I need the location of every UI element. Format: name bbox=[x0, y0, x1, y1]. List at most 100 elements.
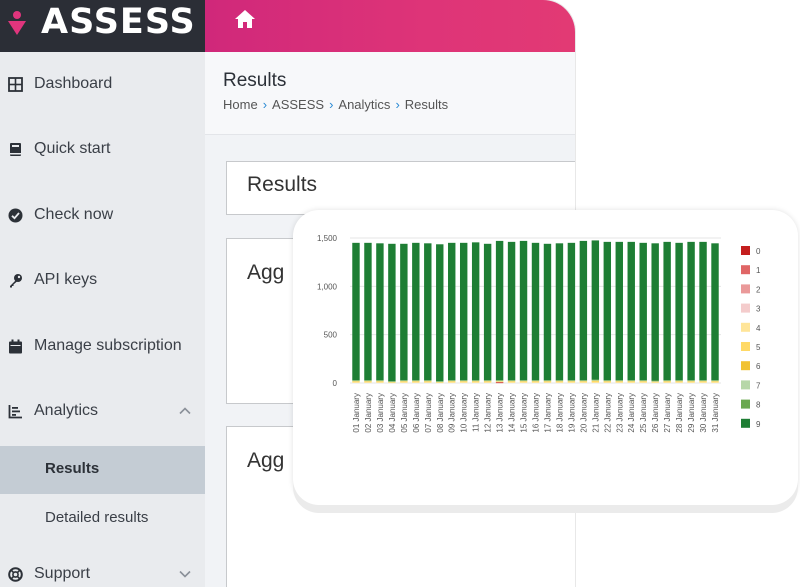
x-tick-label: 25 January bbox=[639, 393, 648, 433]
x-tick-label: 16 January bbox=[532, 393, 541, 433]
x-tick-label: 07 January bbox=[424, 393, 433, 433]
sidebar-item-quick-start[interactable]: Quick start bbox=[0, 129, 205, 169]
x-tick-label: 11 January bbox=[472, 393, 481, 432]
calendar-icon bbox=[9, 339, 22, 353]
sidebar-item-dashboard[interactable]: Dashboard bbox=[0, 64, 205, 104]
bar-segment bbox=[412, 381, 420, 383]
bar-segment bbox=[507, 382, 516, 383]
sidebar-item-api-keys[interactable]: API keys bbox=[0, 260, 205, 300]
x-tick-label: 10 January bbox=[460, 393, 469, 433]
sidebar-subitem-detailed-results[interactable]: Detailed results bbox=[0, 495, 205, 543]
y-tick-label: 500 bbox=[324, 331, 338, 340]
chevron-right-icon: › bbox=[262, 97, 268, 112]
bar-segment bbox=[352, 242, 360, 381]
sidebar-subitem-results[interactable]: Results bbox=[0, 446, 205, 494]
x-tick-label: 09 January bbox=[448, 393, 457, 433]
bar-segment bbox=[687, 382, 695, 383]
x-tick-label: 20 January bbox=[579, 393, 588, 433]
bar-segment bbox=[651, 382, 659, 383]
sidebar-item-label: Analytics bbox=[34, 402, 99, 419]
x-tick-label: 06 January bbox=[412, 393, 421, 433]
logo-mark-icon bbox=[8, 11, 26, 35]
x-tick-label: 12 January bbox=[484, 393, 493, 433]
sidebar-item-label: Check now bbox=[34, 206, 114, 223]
y-tick-label: 1,500 bbox=[317, 234, 338, 243]
key-icon bbox=[10, 273, 22, 287]
bar-segment bbox=[687, 381, 695, 383]
bar-segment bbox=[376, 243, 384, 381]
bar-segment bbox=[675, 380, 683, 381]
x-tick-label: 15 January bbox=[520, 393, 529, 433]
sidebar-item-analytics[interactable]: Analytics bbox=[0, 391, 205, 431]
bar-chart-icon bbox=[8, 404, 22, 418]
chart-window: 0 500 1,000 1,500 01 January 02 January 03 Jan… bbox=[293, 210, 798, 505]
bar-segment bbox=[448, 382, 456, 383]
results-card-title: Results bbox=[247, 173, 318, 196]
chevron-right-icon: › bbox=[395, 97, 400, 112]
bar-segment bbox=[591, 240, 600, 380]
sidebar-subitem-label: Results bbox=[45, 460, 100, 477]
home-icon[interactable] bbox=[233, 8, 257, 30]
bar-segment bbox=[663, 241, 671, 381]
bar-segment bbox=[687, 380, 695, 381]
book-icon bbox=[10, 142, 21, 156]
bar-segment bbox=[483, 243, 492, 381]
x-tick-label: 03 January bbox=[376, 393, 385, 433]
bar-segment bbox=[448, 242, 456, 381]
stacked-bar-chart: 0 500 1,000 1,500 01 January 02 January 03 Jan… bbox=[317, 234, 761, 433]
bar-segment bbox=[555, 382, 564, 383]
page-header: Results Home › ASSESS › Analytics › Resu… bbox=[205, 52, 575, 135]
breadcrumb-assess[interactable]: ASSESS bbox=[272, 97, 324, 112]
legend-label: 8 bbox=[756, 401, 761, 410]
bar-segment bbox=[471, 382, 480, 383]
sidebar-item-label: Dashboard bbox=[34, 75, 113, 92]
bar-segment bbox=[364, 382, 372, 383]
sidebar-item-support[interactable]: Support bbox=[0, 554, 205, 587]
bar-segment bbox=[567, 381, 576, 383]
x-tick-label: 02 January bbox=[364, 393, 373, 433]
logo-bar: ASSESS bbox=[0, 0, 205, 52]
bar-segment bbox=[376, 381, 384, 383]
legend-swatch bbox=[741, 246, 750, 255]
sidebar-item-check-now[interactable]: Check now bbox=[0, 195, 205, 235]
legend-label: 3 bbox=[756, 305, 761, 314]
bar-segment bbox=[400, 382, 408, 383]
bar-segment bbox=[400, 381, 408, 383]
sidebar-item-manage-subscription[interactable]: Manage subscription bbox=[0, 326, 205, 366]
bar-segment bbox=[519, 240, 528, 381]
breadcrumb-analytics[interactable]: Analytics bbox=[338, 97, 390, 112]
bar-segment bbox=[663, 380, 671, 381]
x-tick-label: 08 January bbox=[436, 393, 445, 433]
bar-segment bbox=[531, 381, 540, 383]
check-circle-icon bbox=[8, 208, 23, 222]
breadcrumb: Home › ASSESS › Analytics › Results bbox=[223, 97, 448, 112]
bar-segment bbox=[424, 382, 432, 383]
x-tick-label: 30 January bbox=[699, 393, 708, 433]
bar-segment bbox=[639, 381, 647, 383]
x-tick-label: 17 January bbox=[543, 393, 552, 433]
app-logo-text[interactable]: ASSESS bbox=[41, 2, 196, 42]
bar-segment bbox=[459, 381, 468, 383]
bar-segment bbox=[400, 243, 408, 381]
bar-segment bbox=[543, 243, 552, 381]
aggregate-card-title: Agg bbox=[247, 261, 285, 284]
breadcrumb-home[interactable]: Home bbox=[223, 97, 258, 112]
bar-segment bbox=[507, 381, 516, 383]
bar-segment bbox=[663, 381, 671, 383]
bar-segment bbox=[471, 381, 480, 383]
lifebuoy-icon bbox=[8, 566, 23, 582]
x-tick-label: 13 January bbox=[496, 393, 505, 433]
x-tick-label: 05 January bbox=[400, 393, 409, 433]
sidebar: Dashboard Quick start Check now API keys… bbox=[0, 52, 205, 587]
bar-segment bbox=[376, 380, 384, 381]
sidebar-item-label: Manage subscription bbox=[34, 337, 182, 354]
bar-segment bbox=[424, 380, 432, 381]
bar-segment bbox=[483, 380, 492, 381]
bar-segment bbox=[400, 380, 408, 381]
chevron-up-icon bbox=[179, 407, 191, 415]
bar-segment bbox=[567, 242, 576, 381]
bar-segment bbox=[424, 381, 432, 383]
bar-segment bbox=[412, 242, 420, 381]
bar-segment bbox=[555, 381, 564, 383]
legend-label: 7 bbox=[756, 381, 761, 390]
